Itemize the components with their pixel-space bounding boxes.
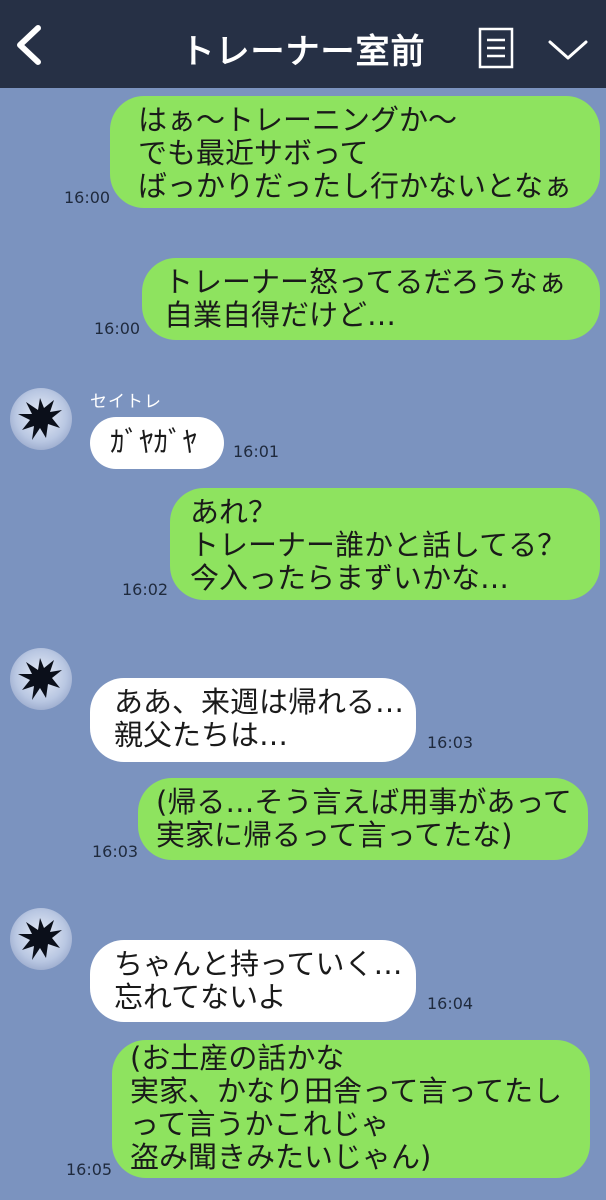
message-text: (帰る…そう言えば用事があって 実家に帰るって言ってたな) — [156, 785, 572, 852]
avatar[interactable] — [10, 908, 72, 970]
message-time: 16:02 — [122, 580, 169, 599]
message-time: 16:00 — [94, 319, 141, 338]
avatar[interactable] — [10, 388, 72, 450]
message-time: 16:03 — [92, 842, 139, 861]
message-time: 16:05 — [66, 1160, 113, 1179]
avatar-silhouette-icon — [18, 398, 62, 440]
chevron-down-icon — [548, 40, 588, 60]
message-time: 16:01 — [233, 442, 280, 461]
message-bubble-received[interactable]: ちゃんと持っていく… 忘れてないよ — [90, 940, 416, 1022]
message-text: ちゃんと持っていく… 忘れてないよ — [114, 947, 403, 1014]
more-button[interactable] — [546, 36, 590, 64]
menu-button[interactable] — [478, 27, 514, 69]
message-bubble-sent[interactable]: (帰る…そう言えば用事があって 実家に帰るって言ってたな) — [138, 778, 588, 860]
message-bubble-received[interactable]: ああ、来週は帰れる… 親父たちは… — [90, 678, 416, 762]
message-time: 16:04 — [427, 994, 474, 1013]
message-time: 16:03 — [427, 733, 474, 752]
message-text: あれ？ トレーナー誰かと話してる？ 今入ったらまずいかな… — [190, 495, 567, 595]
avatar-silhouette-icon — [18, 918, 62, 960]
message-time: 16:00 — [64, 188, 111, 207]
message-bubble-received[interactable]: ｶﾞﾔｶﾞﾔ — [90, 417, 224, 469]
message-text: ああ、来週は帰れる… 親父たちは… — [114, 685, 405, 752]
message-text: ｶﾞﾔｶﾞﾔ — [110, 425, 198, 459]
sender-name: セイトレ — [90, 392, 162, 412]
message-bubble-sent[interactable]: (お土産の話かな 実家、かなり田舎って言ってたし って言うかこれじゃ 盗み聞きみ… — [112, 1040, 590, 1178]
avatar[interactable] — [10, 648, 72, 710]
message-text: トレーナー怒ってるだろうなぁ 自業自得だけど… — [164, 265, 567, 332]
message-text: (お土産の話かな 実家、かなり田舎って言ってたし って言うかこれじゃ 盗み聞きみ… — [130, 1041, 563, 1174]
message-bubble-sent[interactable]: トレーナー怒ってるだろうなぁ 自業自得だけど… — [142, 258, 600, 340]
message-text: はぁ〜トレーニングか〜 でも最近サボって ばっかりだったし行かないとなぁ — [138, 103, 573, 203]
avatar-silhouette-icon — [18, 658, 62, 700]
list-icon — [478, 27, 514, 69]
chat-header: トレーナー室前 — [0, 0, 606, 88]
chat-title: トレーナー室前 — [180, 32, 426, 72]
message-bubble-sent[interactable]: あれ？ トレーナー誰かと話してる？ 今入ったらまずいかな… — [170, 488, 600, 600]
message-bubble-sent[interactable]: はぁ〜トレーニングか〜 でも最近サボって ばっかりだったし行かないとなぁ — [110, 96, 600, 208]
